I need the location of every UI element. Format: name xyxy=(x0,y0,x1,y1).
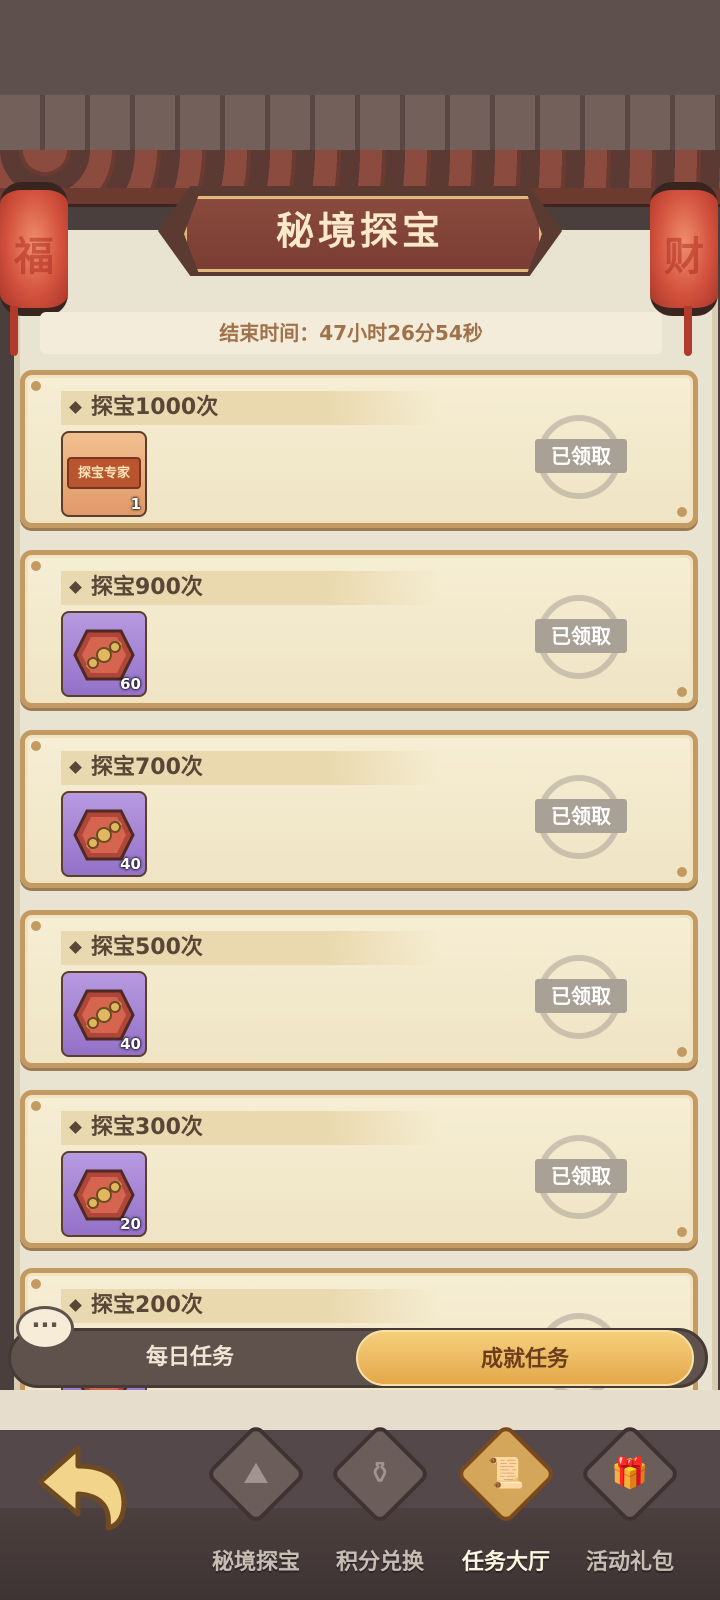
diamond-bullet-icon xyxy=(69,581,82,594)
task-title-text: 探宝200次 xyxy=(91,1293,203,1318)
task-title-text: 探宝300次 xyxy=(91,1115,203,1140)
diamond-bullet-icon xyxy=(69,761,82,774)
shop-icon-glyph: ⚱ xyxy=(367,1456,393,1491)
nav-label: 活动礼包 xyxy=(585,1550,674,1575)
claimed-status-label: 已领取 xyxy=(535,619,627,653)
lantern-right: 财 xyxy=(650,182,718,316)
nav-item-2[interactable]: ⚱ 积分兑换 xyxy=(320,1423,440,1578)
nav-label: 任务大厅 xyxy=(461,1550,550,1575)
nav-label: 秘境探宝 xyxy=(211,1550,300,1575)
reward-item[interactable]: 探宝专家 1 xyxy=(61,431,147,517)
task-title: 探宝300次 xyxy=(61,1111,441,1145)
mountain-icon-glyph: ⛰ xyxy=(243,1456,269,1491)
back-arrow-icon[interactable] xyxy=(32,1440,132,1530)
task-card: 探宝300次 20 已领取 xyxy=(20,1090,698,1248)
tab-achievement-tasks[interactable]: 成就任务 xyxy=(356,1330,694,1386)
task-title: 探宝200次 xyxy=(61,1289,441,1323)
reward-item[interactable]: 40 xyxy=(61,971,147,1057)
reward-count: 40 xyxy=(120,855,141,873)
lantern-left: 福 xyxy=(0,182,68,316)
diamond-bullet-icon xyxy=(69,401,82,414)
task-title-text: 探宝1000次 xyxy=(91,395,219,420)
reward-count: 60 xyxy=(120,675,141,693)
scroll-icon-glyph: 📜 xyxy=(487,1456,525,1491)
claimed-status-label: 已领取 xyxy=(535,979,627,1013)
lantern-left-char: 福 xyxy=(14,234,54,280)
nav-item-3[interactable]: 📜 任务大厅 xyxy=(446,1423,566,1578)
claimed-status-label: 已领取 xyxy=(535,1159,627,1193)
reward-count: 40 xyxy=(120,1035,141,1053)
nav-item-4[interactable]: 🎁 活动礼包 xyxy=(570,1423,690,1578)
lantern-right-char: 财 xyxy=(664,234,704,280)
diamond-bullet-icon xyxy=(69,1299,82,1312)
task-title: 探宝500次 xyxy=(61,931,441,965)
nav-label: 积分兑换 xyxy=(335,1550,424,1575)
task-title: 探宝900次 xyxy=(61,571,441,605)
task-title: 探宝1000次 xyxy=(61,391,441,425)
reward-count: 1 xyxy=(130,495,141,513)
task-title: 探宝700次 xyxy=(61,751,441,785)
roof-eave xyxy=(0,150,720,190)
claimed-status-label: 已领取 xyxy=(535,799,627,833)
gift-bag-icon-glyph: 🎁 xyxy=(611,1456,649,1491)
tab-daily-tasks[interactable]: 每日任务 xyxy=(30,1330,350,1386)
event-timer: 结束时间：47小时26分54秒 xyxy=(40,312,662,354)
reward-banner-label: 探宝专家 xyxy=(67,457,141,489)
task-card: 探宝500次 40 已领取 xyxy=(20,910,698,1068)
reward-count: 20 xyxy=(120,1215,141,1233)
claimed-status-label: 已领取 xyxy=(535,439,627,473)
reward-item[interactable]: 40 xyxy=(61,791,147,877)
task-card: 探宝700次 40 已领取 xyxy=(20,730,698,888)
diamond-bullet-icon xyxy=(69,941,82,954)
diamond-bullet-icon xyxy=(69,1121,82,1134)
roof-header xyxy=(0,0,720,207)
task-title-text: 探宝700次 xyxy=(91,755,203,780)
page-title: 秘境探宝 xyxy=(275,209,444,253)
reward-item[interactable]: 60 xyxy=(61,611,147,697)
nav-item-1[interactable]: ⛰ 秘境探宝 xyxy=(196,1423,316,1578)
lantern-left-tassel xyxy=(10,306,18,356)
task-card: 探宝900次 60 已领取 xyxy=(20,550,698,708)
task-title-text: 探宝500次 xyxy=(91,935,203,960)
lantern-right-tassel xyxy=(684,306,692,356)
chat-bubble-icon[interactable]: ··· xyxy=(16,1306,74,1350)
reward-item[interactable]: 20 xyxy=(61,1151,147,1237)
task-title-text: 探宝900次 xyxy=(91,575,203,600)
task-card: 探宝1000次探宝专家 1 已领取 xyxy=(20,370,698,528)
